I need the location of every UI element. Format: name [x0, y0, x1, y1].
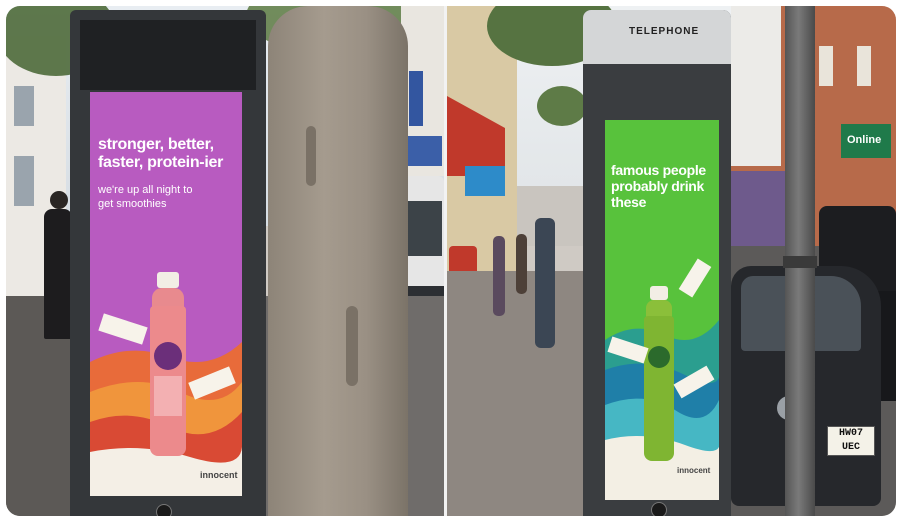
right-photo: TELEPHONE famous people probably drink t… — [447, 6, 896, 516]
pedestrian — [44, 209, 72, 339]
advert-subline: we're up all night to get smoothies — [98, 184, 193, 210]
shop-sign-text: Online — [847, 134, 882, 146]
advert-brand: innocent — [677, 466, 711, 475]
window — [14, 86, 34, 126]
advert-headline: famous people probably drink these — [611, 162, 706, 211]
bottle-label — [154, 376, 182, 416]
pedestrian — [535, 218, 555, 348]
innocent-logo-icon — [648, 346, 670, 368]
bark-mark — [346, 306, 358, 386]
bottle-body — [644, 316, 674, 461]
left-photo: stronger, better, faster, protein-ier we… — [6, 6, 444, 516]
pavement — [447, 271, 597, 516]
tree-trunk — [268, 6, 408, 516]
advert-screen: stronger, better, faster, protein-ier we… — [90, 92, 242, 496]
window — [857, 46, 871, 86]
pedestrian — [516, 234, 527, 294]
blue-awning — [465, 166, 505, 196]
bottle-cap — [157, 272, 179, 288]
kiosk-top-panel — [80, 20, 256, 90]
smoothie-bottle — [148, 272, 188, 462]
lamp-post-band — [783, 256, 817, 268]
window — [819, 46, 833, 86]
advert-screen: famous people probably drink these innoc… — [605, 120, 719, 500]
advert-headline: stronger, better, faster, protein-ier — [98, 136, 224, 172]
license-plate: HW07 UEC — [827, 426, 875, 456]
pedestrian-head — [50, 191, 68, 209]
white-building — [731, 6, 781, 166]
graffiti-wall — [731, 171, 787, 251]
kiosk-button-icon — [651, 502, 667, 516]
innocent-logo-icon — [154, 342, 182, 370]
vertical-sign — [409, 71, 423, 126]
pedestrian — [493, 236, 505, 316]
bottle-cap — [650, 286, 668, 300]
bark-mark — [306, 126, 316, 186]
smoothie-bottle — [643, 286, 675, 466]
kiosk-sign: TELEPHONE — [629, 26, 700, 37]
kiosk-button-icon — [156, 504, 172, 516]
advert-brand: innocent — [200, 470, 238, 480]
blue-shop-sign — [404, 136, 442, 166]
tree-foliage — [537, 86, 587, 126]
kiosk-top — [583, 10, 731, 64]
image-frame: stronger, better, faster, protein-ier we… — [6, 6, 896, 516]
bottle-neck — [152, 288, 184, 308]
window — [14, 156, 34, 206]
